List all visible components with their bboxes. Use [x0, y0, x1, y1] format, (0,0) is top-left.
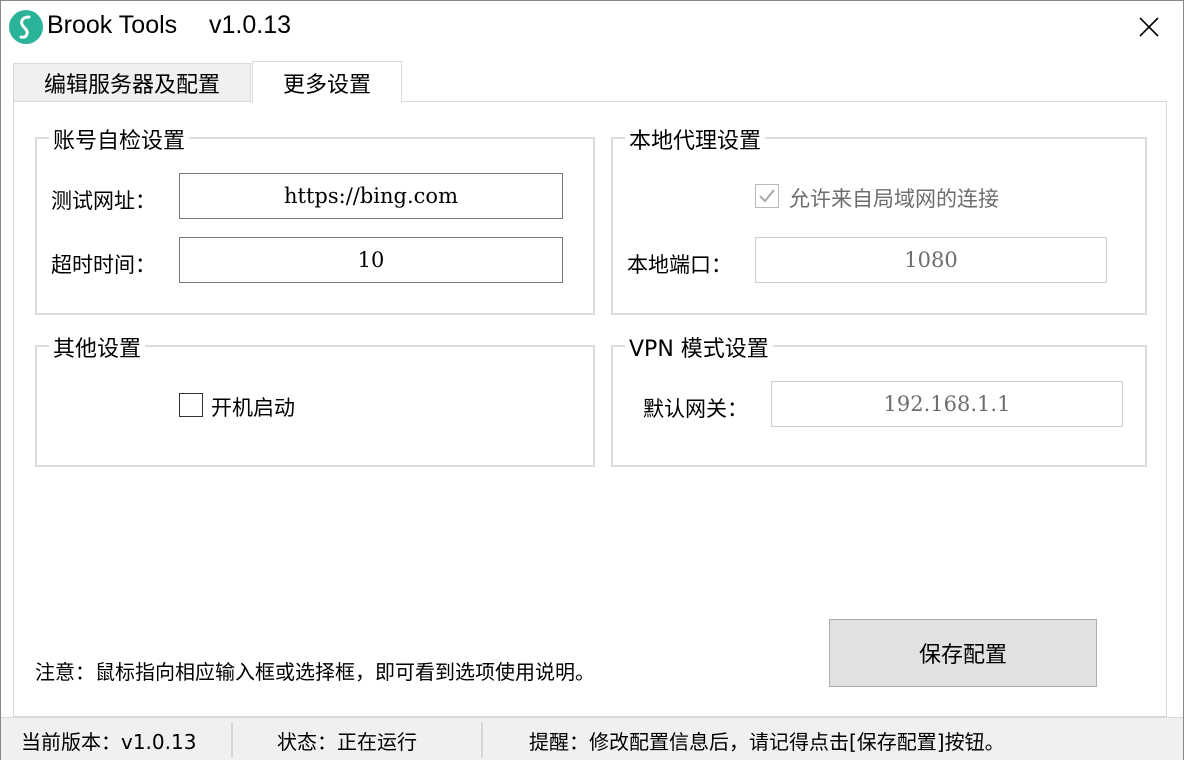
gateway-input[interactable]: 192.168.1.1	[771, 381, 1123, 427]
close-icon	[1139, 17, 1159, 37]
status-bar: 当前版本：v1.0.13 状态：正在运行 提醒：修改配置信息后，请记得点击[保存…	[1, 717, 1183, 760]
other-settings-group: 其他设置	[35, 331, 595, 467]
tab-more-settings[interactable]: 更多设置	[252, 61, 402, 103]
group-title: VPN 模式设置	[625, 331, 773, 363]
brook-logo-icon	[9, 10, 43, 44]
local-port-input[interactable]: 1080	[755, 237, 1107, 283]
status-divider	[481, 722, 483, 758]
timeout-label: 超时时间：	[51, 253, 156, 277]
title-bar[interactable]: Brook Tools v1.0.13	[1, 1, 1183, 53]
local-proxy-group: 本地代理设置	[611, 123, 1147, 315]
timeout-input[interactable]: 10	[179, 237, 563, 283]
status-version: 当前版本：v1.0.13	[21, 730, 197, 754]
status-hint: 提醒：修改配置信息后，请记得点击[保存配置]按钮。	[529, 730, 1005, 754]
close-button[interactable]	[1127, 7, 1171, 47]
local-port-label: 本地端口：	[627, 253, 732, 277]
group-title: 账号自检设置	[49, 123, 190, 155]
save-config-button[interactable]: 保存配置	[829, 619, 1097, 687]
checkmark-icon	[759, 189, 775, 203]
window-version: v1.0.13	[209, 11, 292, 39]
app-window: Brook Tools v1.0.13 编辑服务器及配置 更多设置 账号自检设置…	[0, 0, 1184, 760]
allow-lan-checkbox[interactable]	[755, 184, 779, 208]
test-url-label: 测试网址：	[51, 189, 156, 213]
test-url-input[interactable]: https://bing.com	[179, 173, 563, 219]
status-divider	[231, 722, 233, 758]
account-check-group: 账号自检设置	[35, 123, 595, 315]
autostart-label: 开机启动	[211, 396, 295, 420]
gateway-label: 默认网关：	[643, 397, 748, 421]
hint-note: 注意：鼠标指向相应输入框或选择框，即可看到选项使用说明。	[35, 660, 595, 684]
status-state: 状态：正在运行	[277, 730, 417, 754]
allow-lan-label: 允许来自局域网的连接	[789, 187, 999, 211]
group-title: 本地代理设置	[625, 123, 766, 155]
tab-edit-servers[interactable]: 编辑服务器及配置	[13, 63, 251, 101]
autostart-checkbox[interactable]	[179, 393, 203, 417]
window-title: Brook Tools	[47, 11, 178, 39]
group-title: 其他设置	[49, 331, 146, 363]
